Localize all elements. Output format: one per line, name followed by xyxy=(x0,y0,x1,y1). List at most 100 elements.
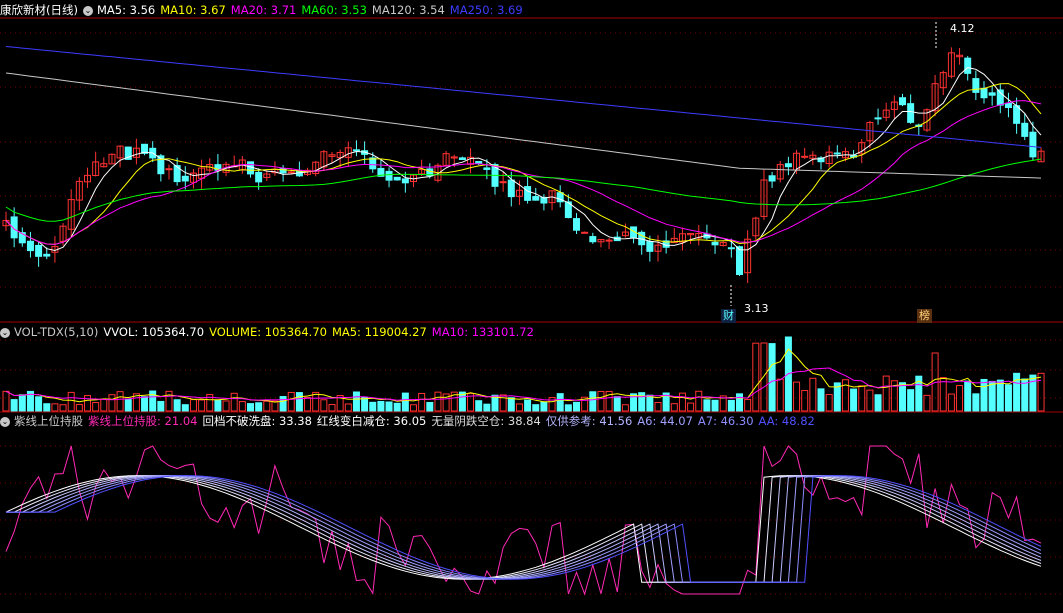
volume-bar-66 xyxy=(540,401,548,412)
volume-bar-45 xyxy=(369,401,377,412)
volume-bar-69 xyxy=(564,404,572,412)
candle-body-96 xyxy=(784,163,792,168)
candle-body-102 xyxy=(833,152,841,155)
volume-bar-42 xyxy=(344,403,352,412)
volume-bar-43 xyxy=(352,391,360,412)
volume-bar-116 xyxy=(947,393,955,412)
volume-bar-49 xyxy=(401,392,409,412)
volume-bar-40 xyxy=(328,404,336,412)
candle-body-74 xyxy=(605,239,613,242)
volume-bar-99 xyxy=(809,377,817,412)
volume-bar-118 xyxy=(964,380,972,412)
ma250-line xyxy=(5,46,1042,148)
candle-body-72 xyxy=(589,236,597,243)
volume-bar-17 xyxy=(141,396,149,412)
volume-bar-46 xyxy=(377,400,385,412)
volume-bar-123 xyxy=(1004,384,1012,412)
stock-chart[interactable]: 4.12 3.13 xyxy=(0,0,1063,613)
candle-body-5 xyxy=(43,253,51,257)
candle-body-20 xyxy=(165,168,173,171)
candle-body-31 xyxy=(255,171,263,183)
volume-bar-90 xyxy=(736,393,743,412)
volume-bar-47 xyxy=(385,401,393,412)
volume-bar-79 xyxy=(646,394,654,412)
volume-bar-1 xyxy=(10,399,18,412)
volume-bar-65 xyxy=(532,404,540,412)
candle-body-35 xyxy=(287,171,295,174)
volume-bar-70 xyxy=(573,401,580,412)
volume-bar-63 xyxy=(515,403,523,412)
volume-bar-72 xyxy=(589,391,597,412)
volume-bar-115 xyxy=(939,377,947,412)
volume-bar-2 xyxy=(18,394,26,412)
candle-body-98 xyxy=(801,155,809,158)
candle-body-111 xyxy=(907,103,915,123)
candle-body-61 xyxy=(499,181,507,184)
volume-bar-104 xyxy=(850,388,858,412)
volume-bar-20 xyxy=(165,390,173,412)
volume-bar-121 xyxy=(988,380,996,412)
volume-bar-85 xyxy=(695,390,703,412)
volume-bar-98 xyxy=(801,389,809,412)
volume-bar-11 xyxy=(92,402,100,412)
volume-bar-26 xyxy=(214,399,222,412)
volume-bar-4 xyxy=(35,396,43,412)
volume-bar-83 xyxy=(678,392,686,412)
volume-bar-48 xyxy=(393,402,401,412)
candle-body-70 xyxy=(573,218,580,231)
volume-bar-120 xyxy=(980,378,988,412)
volume-bar-8 xyxy=(67,391,75,412)
volume-bar-125 xyxy=(1021,378,1029,412)
volume-bar-59 xyxy=(483,403,491,412)
volume-bar-117 xyxy=(956,385,964,412)
volume-bar-82 xyxy=(670,403,678,412)
volume-bar-0 xyxy=(2,390,10,412)
candle-body-22 xyxy=(181,175,189,182)
volume-bar-86 xyxy=(703,399,711,412)
high-price-label: 4.12 xyxy=(950,22,975,35)
volume-bar-52 xyxy=(426,401,434,412)
candle-body-126 xyxy=(1029,131,1037,158)
volume-bar-37 xyxy=(304,397,312,412)
candle-body-110 xyxy=(899,97,906,106)
volume-bar-28 xyxy=(230,392,238,412)
volume-bar-106 xyxy=(866,389,874,412)
candle-body-3 xyxy=(26,240,34,252)
volume-bar-23 xyxy=(189,399,197,412)
volume-bar-30 xyxy=(247,403,254,412)
volume-bar-58 xyxy=(475,400,483,412)
volume-bar-32 xyxy=(263,400,271,412)
candle-body-79 xyxy=(646,241,654,252)
candle-body-47 xyxy=(385,170,393,181)
volume-bar-39 xyxy=(320,399,328,412)
volume-bar-6 xyxy=(51,403,59,412)
volume-bar-100 xyxy=(817,388,825,412)
volume-bar-80 xyxy=(654,401,662,412)
volume-bar-124 xyxy=(1013,372,1021,412)
volume-bar-122 xyxy=(996,379,1004,412)
volume-bar-113 xyxy=(923,394,931,412)
ranking-badge[interactable]: 榜 xyxy=(917,309,932,323)
candle-body-59 xyxy=(483,167,491,170)
candle-body-125 xyxy=(1021,122,1029,137)
volume-bar-53 xyxy=(434,391,442,412)
volume-bar-21 xyxy=(173,399,181,412)
volume-bar-34 xyxy=(279,396,287,412)
low-price-label: 3.13 xyxy=(744,302,769,315)
financial-report-badge[interactable]: 财 xyxy=(721,309,736,323)
volume-bar-29 xyxy=(238,401,246,412)
volume-bar-87 xyxy=(711,399,719,412)
candle-body-90 xyxy=(736,246,743,275)
vol-ma10-line xyxy=(5,367,1042,401)
candle-body-45 xyxy=(369,157,377,170)
volume-bar-14 xyxy=(116,391,124,412)
volume-bar-50 xyxy=(410,404,417,412)
candle-body-94 xyxy=(768,175,776,182)
candle-body-49 xyxy=(401,178,409,184)
candle-body-48 xyxy=(393,176,401,181)
candle-body-89 xyxy=(727,247,735,250)
volume-bar-24 xyxy=(198,399,206,412)
volume-bar-107 xyxy=(874,394,882,412)
volume-bar-36 xyxy=(295,392,303,412)
candle-body-43 xyxy=(352,149,360,152)
